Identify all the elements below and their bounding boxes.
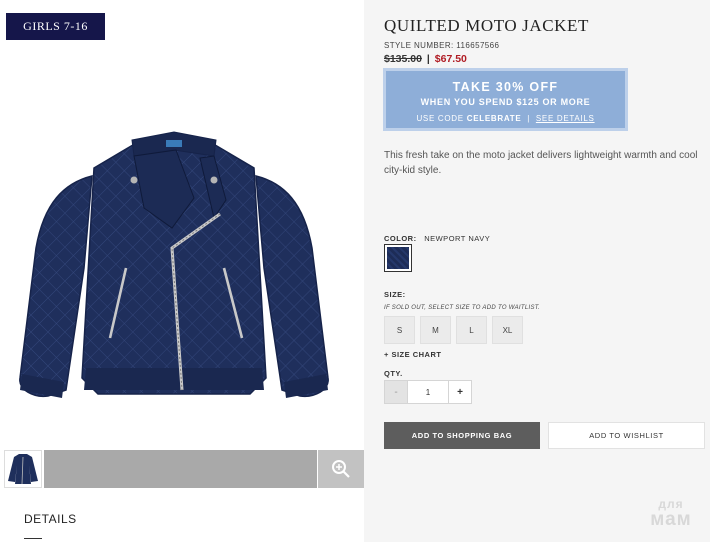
color-value: NEWPORT NAVY [424, 234, 491, 243]
tab-details[interactable]: DETAILS [24, 512, 77, 526]
color-swatch[interactable] [384, 244, 412, 272]
size-option-s[interactable]: S [384, 316, 415, 344]
product-gallery: GIRLS 7-16 DETAILS [0, 0, 364, 542]
promo-code-prefix: USE CODE [416, 114, 464, 123]
size-note: IF SOLD OUT, SELECT SIZE TO ADD TO WAITL… [384, 305, 541, 311]
swatch-fill [387, 247, 409, 269]
qty-label: QTY. [384, 369, 403, 378]
style-number: STYLE NUMBER: 116657566 [384, 41, 499, 50]
product-title: QUILTED MOTO JACKET [384, 16, 590, 35]
tab-underline [24, 538, 42, 539]
add-to-bag-button[interactable]: ADD TO SHOPPING BAG [384, 422, 540, 449]
magnifier-plus-icon [332, 460, 350, 478]
size-option-m[interactable]: M [420, 316, 451, 344]
promo-code: CELEBRATE [466, 114, 522, 123]
color-label: COLOR: [384, 234, 417, 243]
color-row: COLOR: NEWPORT NAVY [384, 234, 490, 243]
watermark: для мам [636, 498, 706, 529]
quantity-stepper: - + [384, 380, 472, 404]
sale-price: $67.50 [434, 53, 467, 65]
promo-divider: | [527, 114, 531, 123]
size-option-xl[interactable]: XL [492, 316, 523, 344]
promo-code-row: USE CODE CELEBRATE | SEE DETAILS [386, 114, 625, 123]
product-description: This fresh take on the moto jacket deliv… [384, 150, 698, 176]
qty-input[interactable] [408, 380, 448, 404]
thumbnail-strip [0, 450, 364, 488]
style-number-label: STYLE NUMBER: [384, 41, 454, 50]
promo-headline: TAKE 30% OFF [452, 80, 559, 94]
qty-increment-button[interactable]: + [448, 380, 472, 404]
zoom-button[interactable] [318, 450, 364, 488]
category-badge[interactable]: GIRLS 7-16 [6, 13, 105, 40]
thumbnail-track [44, 450, 317, 488]
size-label: SIZE: [384, 290, 406, 299]
product-image[interactable] [14, 128, 334, 420]
watermark-bottom: мам [650, 509, 692, 530]
product-info: QUILTED MOTO JACKET STYLE NUMBER: 116657… [364, 0, 710, 542]
thumbnail-image[interactable] [4, 450, 42, 488]
qty-decrement-button[interactable]: - [384, 380, 408, 404]
promo-subhead: WHEN YOU SPEND $125 OR MORE [420, 97, 591, 107]
original-price: $135.00 [384, 53, 422, 65]
price-separator: | [426, 53, 430, 65]
add-to-wishlist-button[interactable]: ADD TO WISHLIST [548, 422, 705, 449]
size-option-l[interactable]: L [456, 316, 487, 344]
size-chart-link[interactable]: + SIZE CHART [384, 350, 441, 359]
promo-banner: TAKE 30% OFF WHEN YOU SPEND $125 OR MORE… [383, 68, 628, 131]
see-details-link[interactable]: SEE DETAILS [536, 114, 595, 123]
style-number-value: 116657566 [456, 41, 500, 50]
price-row: $135.00 | $67.50 [384, 53, 467, 65]
